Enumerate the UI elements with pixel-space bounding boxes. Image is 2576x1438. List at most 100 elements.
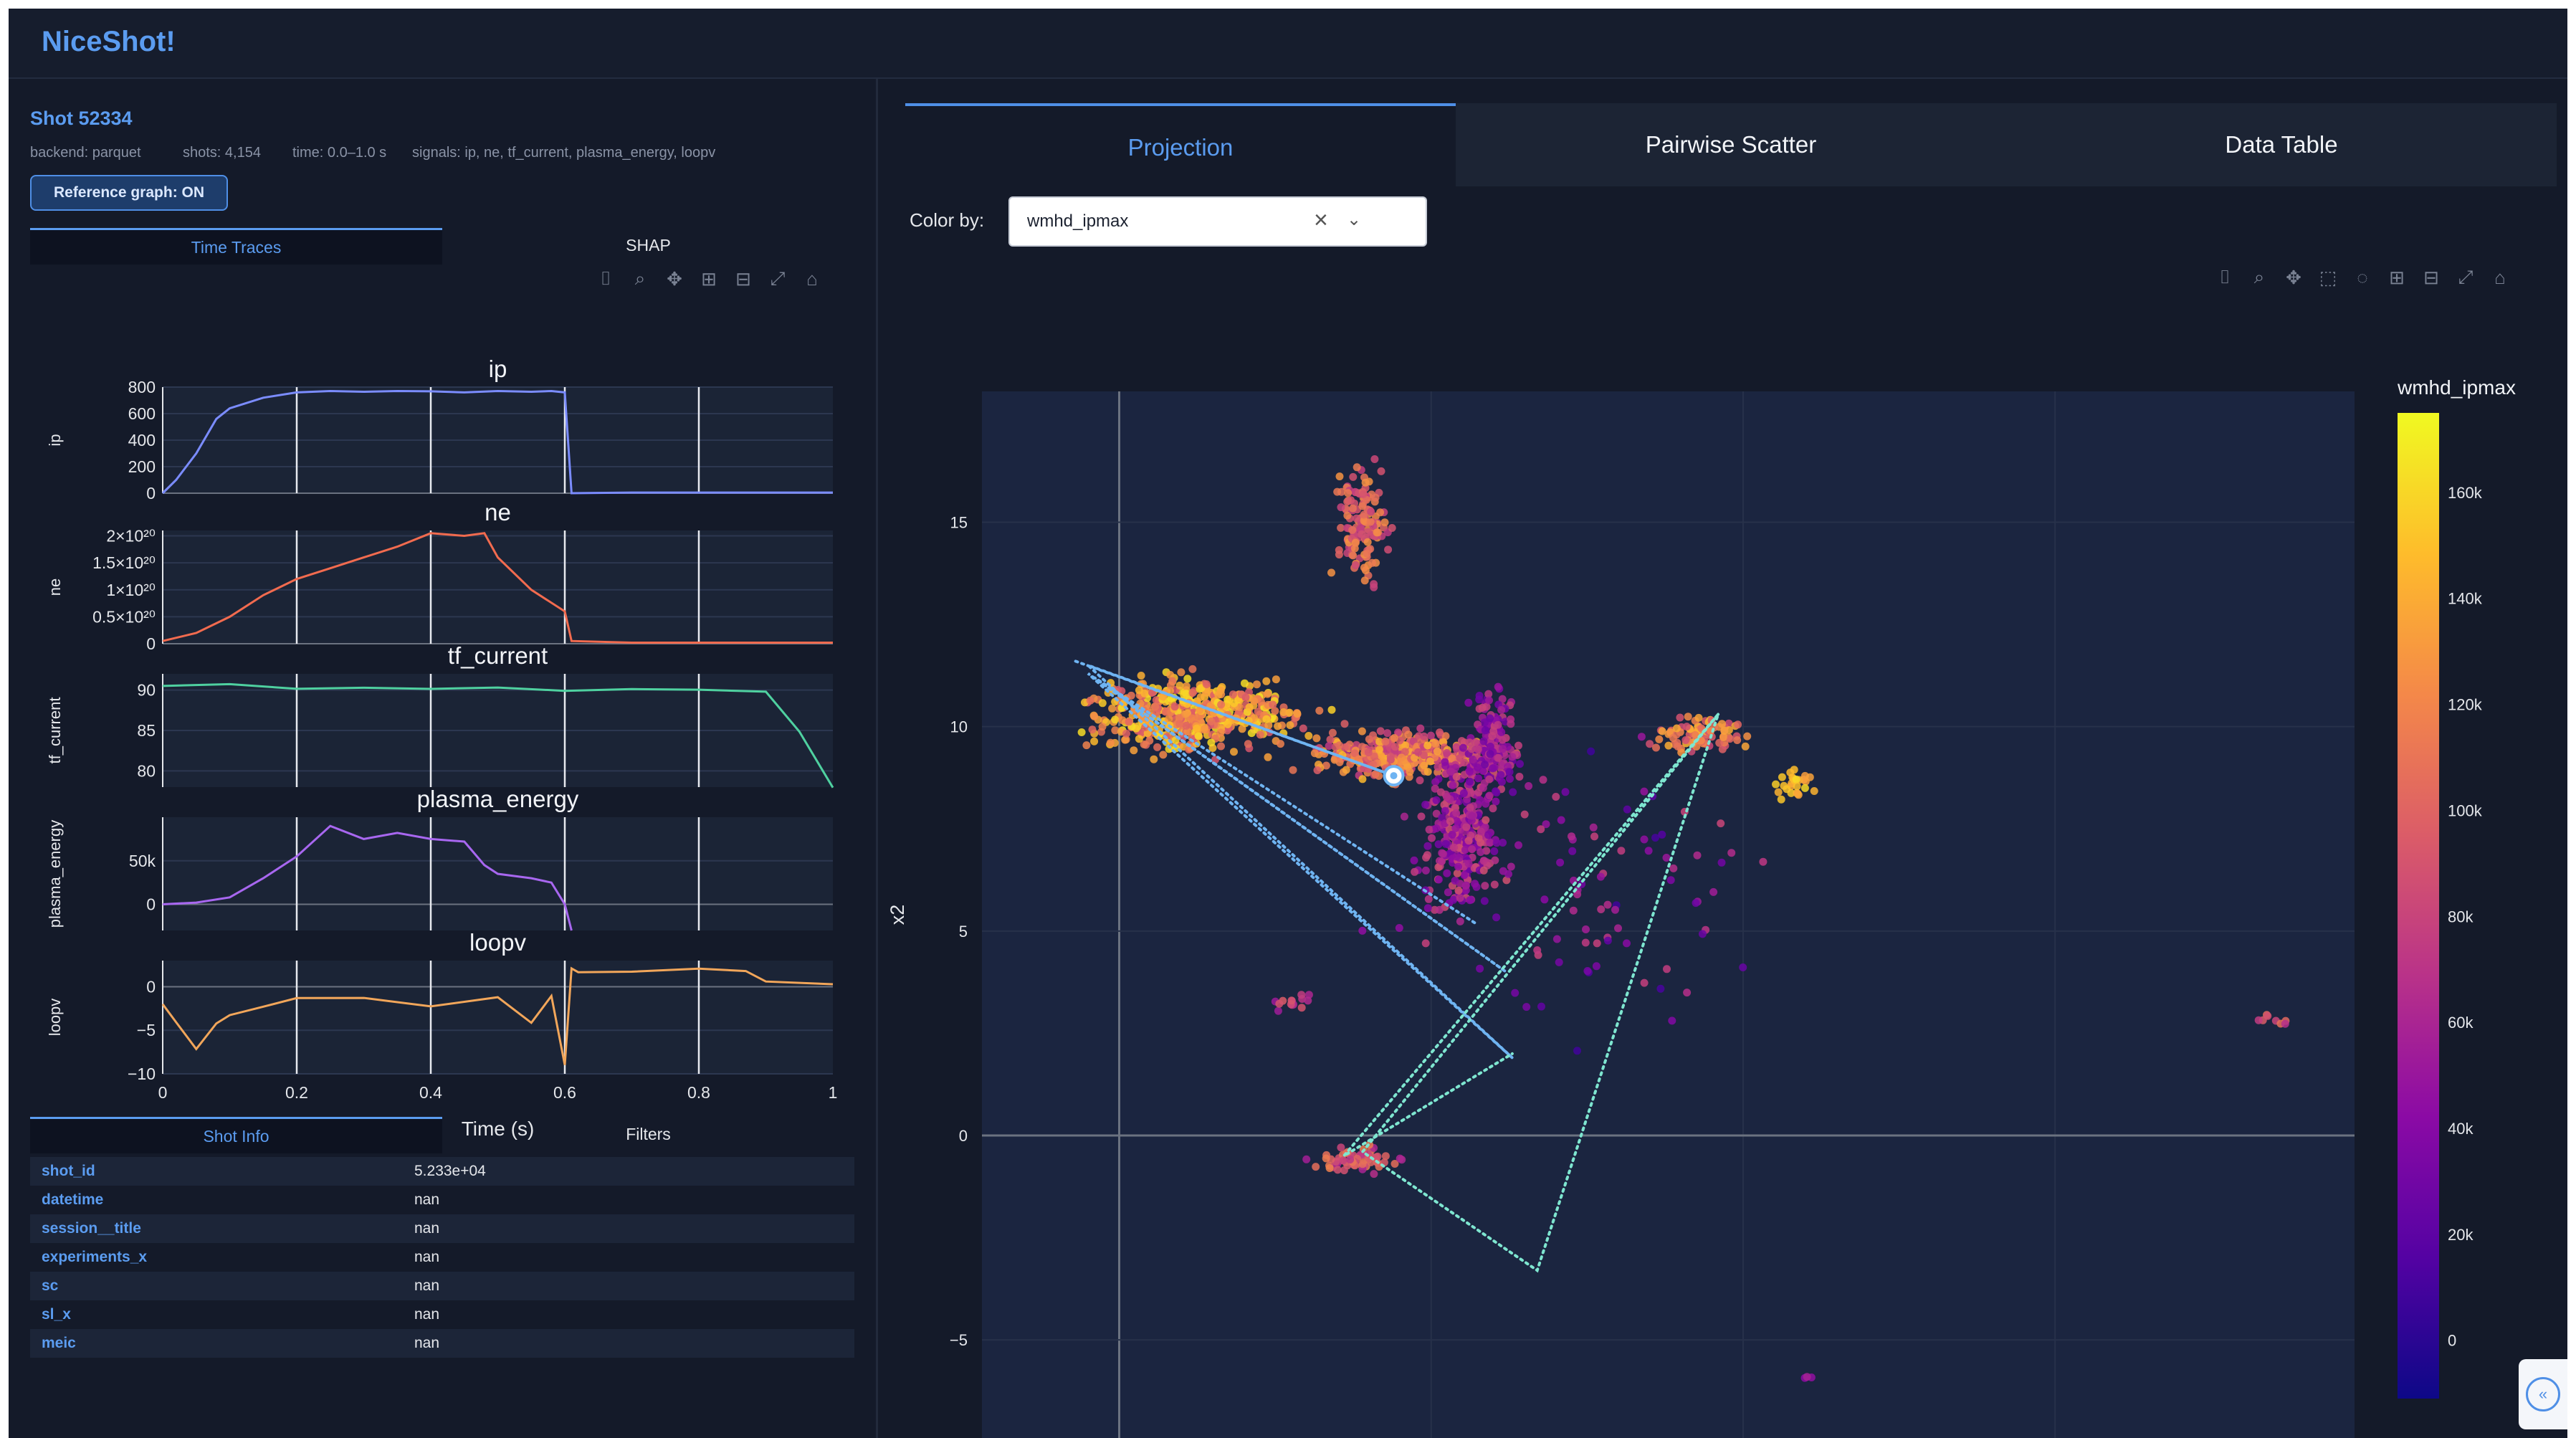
home-icon[interactable]: ⌂ — [2488, 265, 2512, 290]
collapse-panel-button[interactable]: « — [2519, 1359, 2567, 1429]
scatter-point — [1488, 732, 1497, 741]
header: NiceShot! — [9, 9, 2567, 79]
scatter-point — [1596, 872, 1605, 881]
scatter-point — [1247, 729, 1256, 738]
scatter-point — [1441, 806, 1449, 815]
scatter-point — [1778, 773, 1786, 781]
info-value: nan — [414, 1191, 440, 1208]
scatter-point — [1515, 773, 1524, 781]
box-select-icon[interactable]: ⬚ — [2316, 265, 2340, 290]
scatter-point — [1373, 1152, 1382, 1161]
scatter-point — [1159, 751, 1168, 759]
x-tick-label: 0.8 — [687, 1083, 710, 1102]
time-meta: time: 0.0–1.0 s — [292, 145, 387, 161]
tab-shot-info[interactable]: Shot Info — [30, 1117, 442, 1153]
y-tick-label: 600 — [128, 404, 156, 423]
scatter-point — [1090, 737, 1099, 746]
y-tick-label: 400 — [128, 431, 156, 449]
scatter-point — [1481, 726, 1489, 735]
y-tick-label: −5 — [137, 1021, 156, 1039]
shots-meta: shots: 4,154 — [183, 145, 261, 161]
scatter-point — [2281, 1019, 2289, 1028]
trace-y-label: loopv — [46, 999, 64, 1037]
scatter-point — [1431, 740, 1440, 748]
scatter-point — [1432, 796, 1441, 804]
zoom-icon[interactable]: ⌕ — [2247, 265, 2271, 290]
scatter-point — [1201, 725, 1208, 733]
lasso-icon[interactable]: ◌ — [2350, 265, 2375, 290]
scatter-point — [1568, 832, 1575, 841]
scatter-point — [1444, 888, 1452, 897]
table-row: sl_x nan — [30, 1300, 854, 1329]
scatter-point — [1614, 924, 1622, 933]
scatter-point — [1727, 849, 1736, 857]
scatter-point — [1170, 703, 1179, 711]
scatter-point — [1471, 880, 1479, 888]
scatter-point — [1674, 742, 1682, 751]
scatter-point — [1477, 827, 1485, 836]
x-tick-label: 1 — [829, 1083, 838, 1102]
scatter-point — [1244, 740, 1252, 748]
scatter-point — [1456, 894, 1464, 903]
camera-icon[interactable]: ⌷ — [2213, 265, 2237, 290]
scatter-point — [1286, 721, 1294, 730]
scatter-point — [1468, 811, 1477, 820]
trace-plot-area — [163, 530, 833, 644]
app-root: NiceShot! Shot 52334 backend: parquet sh… — [9, 9, 2567, 1438]
scatter-point — [1611, 905, 1619, 914]
scatter-point — [1454, 862, 1462, 871]
projection-toolbar: ⌷ ⌕ ✥ ⬚ ◌ ⊞ ⊟ ⤢ ⌂ — [2213, 265, 2512, 290]
y-tick-label: −10 — [128, 1065, 156, 1083]
scatter-point — [1337, 1143, 1345, 1152]
pan-icon[interactable]: ✥ — [2281, 265, 2306, 290]
color-by-select[interactable]: wmhd_ipmax × ⌄ — [1008, 196, 1427, 247]
scatter-point — [1424, 895, 1433, 903]
trace-plot-area — [163, 961, 833, 1074]
scatter-point — [1269, 700, 1277, 709]
tab-filters[interactable]: Filters — [442, 1117, 854, 1151]
scatter-point — [1327, 705, 1336, 714]
clear-icon[interactable]: × — [1314, 206, 1328, 234]
scatter-point — [1522, 1003, 1531, 1011]
scatter-point — [1339, 1156, 1347, 1165]
scatter-point — [1623, 939, 1631, 948]
scatter-point — [1681, 736, 1690, 744]
scatter-point — [1537, 825, 1545, 834]
tab-shap[interactable]: SHAP — [442, 228, 854, 262]
info-key: experiments_x — [42, 1249, 148, 1265]
tab-pairwise-scatter[interactable]: Pairwise Scatter — [1456, 103, 2006, 186]
scatter-point — [1130, 746, 1138, 755]
scatter-point — [1655, 735, 1664, 743]
scatter-point — [1663, 965, 1671, 973]
scatter-point — [1343, 743, 1351, 751]
reference-graph-toggle[interactable]: Reference graph: ON — [30, 175, 228, 211]
table-row: sc nan — [30, 1272, 854, 1300]
scatter-point — [1459, 789, 1468, 798]
tab-data-table[interactable]: Data Table — [2006, 103, 2557, 186]
zoom-in-icon[interactable]: ⊞ — [2385, 265, 2409, 290]
scatter-point — [1739, 963, 1747, 971]
zoom-out-icon[interactable]: ⊟ — [2419, 265, 2443, 290]
scatter-point — [1425, 825, 1434, 834]
colorbar-title: wmhd_ipmax — [2397, 376, 2516, 399]
scatter-point — [1637, 733, 1646, 741]
tab-projection[interactable]: Projection — [905, 103, 1456, 189]
chevron-down-icon[interactable]: ⌄ — [1347, 209, 1361, 230]
scatter-point — [1145, 736, 1154, 745]
trace-y-label: tf_current — [46, 697, 64, 764]
scatter-point — [1375, 746, 1384, 754]
scatter-point — [1446, 767, 1455, 776]
scatter-point — [1388, 524, 1396, 532]
scatter-point — [1421, 801, 1430, 809]
scatter-point — [1794, 791, 1803, 799]
scatter-point — [1464, 837, 1473, 845]
scatter-point — [1217, 742, 1225, 751]
scatter-point — [1351, 561, 1360, 569]
scatter-point — [1485, 696, 1493, 705]
autoscale-icon[interactable]: ⤢ — [2453, 265, 2478, 290]
scatter-point — [1460, 871, 1469, 880]
scatter-point — [1153, 743, 1162, 751]
tab-time-traces[interactable]: Time Traces — [30, 228, 442, 265]
scatter-point — [1135, 686, 1143, 695]
y-tick-label: −5 — [950, 1331, 968, 1349]
